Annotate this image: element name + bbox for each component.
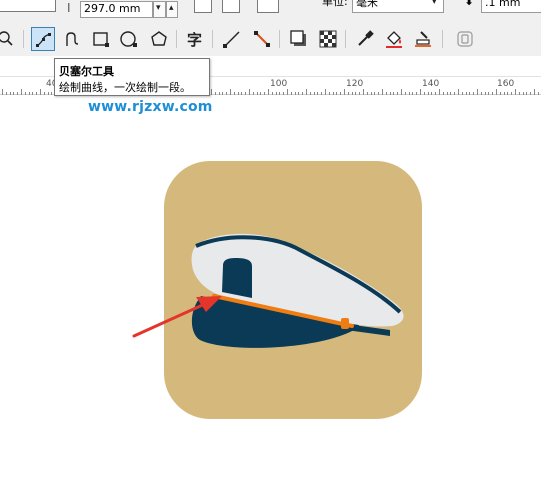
drawing-canvas xyxy=(132,161,422,419)
cap-badge[interactable] xyxy=(222,258,252,298)
cap-cord-button[interactable] xyxy=(341,318,349,329)
